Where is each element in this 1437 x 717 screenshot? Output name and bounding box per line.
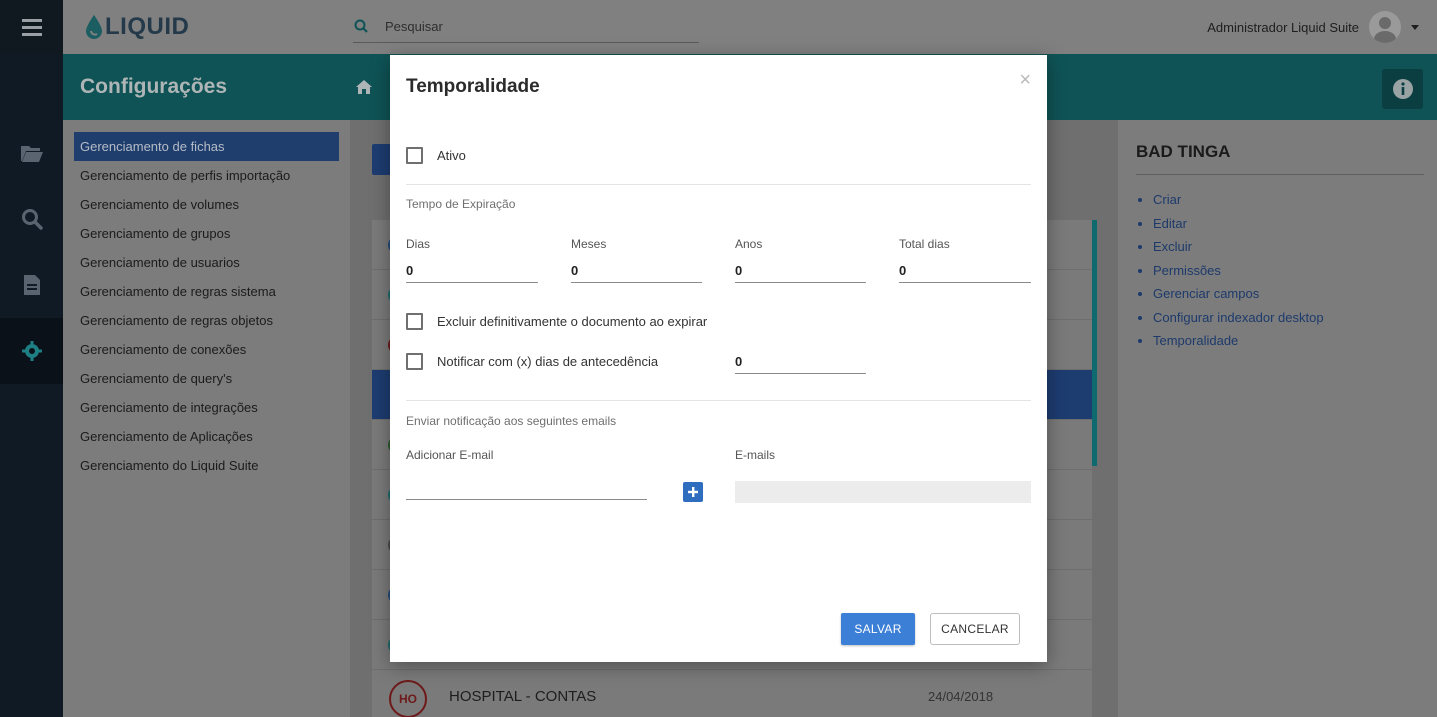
section-expiration-label: Tempo de Expiração: [406, 197, 516, 211]
excluir-checkbox[interactable]: [406, 313, 423, 330]
plus-icon: [688, 487, 698, 497]
excluir-label: Excluir definitivamente o documento ao e…: [437, 314, 708, 329]
dias-input[interactable]: [406, 259, 538, 283]
notificar-dias-input[interactable]: [735, 350, 866, 374]
nav-rail: [0, 0, 63, 717]
menu-item-grupos[interactable]: Gerenciamento de grupos: [74, 219, 339, 248]
section-notification-label: Enviar notificação aos seguintes emails: [406, 414, 617, 428]
add-email-label: Adicionar E-mail: [406, 448, 494, 462]
divider: [406, 400, 1031, 401]
rail-settings-button[interactable]: [0, 318, 63, 384]
top-bar: LIQUID Administrador Liquid Suite: [63, 0, 1437, 54]
menu-item-regras-sistema[interactable]: Gerenciamento de regras sistema: [74, 277, 339, 306]
action-configurar-indexador-link[interactable]: Configurar indexador desktop: [1138, 310, 1324, 334]
total-dias-label: Total dias: [899, 237, 950, 251]
record-date: 24/04/2018: [928, 689, 994, 704]
settings-menu: Gerenciamento de fichas Gerenciamento de…: [63, 120, 350, 717]
total-dias-input[interactable]: [899, 259, 1031, 283]
search-icon: [21, 209, 43, 230]
meses-input[interactable]: [571, 259, 702, 283]
action-excluir-link[interactable]: Excluir: [1138, 239, 1324, 263]
menu-toggle-button[interactable]: [0, 0, 63, 54]
rail-document-button[interactable]: [0, 252, 63, 318]
menu-item-aplicacoes[interactable]: Gerenciamento de Aplicações: [74, 422, 339, 451]
notificar-label: Notificar com (x) dias de antecedência: [437, 354, 659, 369]
action-temporalidade-link[interactable]: Temporalidade: [1138, 333, 1324, 357]
anos-label: Anos: [735, 237, 763, 251]
divider: [1136, 174, 1424, 175]
hamburger-icon: [21, 17, 42, 38]
search-input[interactable]: [385, 19, 685, 34]
action-criar-link[interactable]: Criar: [1138, 192, 1324, 216]
list-scrollbar[interactable]: [1092, 220, 1097, 466]
emails-label: E-mails: [735, 448, 776, 462]
page-title: Configurações: [80, 75, 228, 98]
record-badge: HO: [389, 680, 427, 717]
rail-folder-button[interactable]: [0, 120, 63, 186]
list-item[interactable]: HO HOSPITAL - CONTAS 24/04/2018: [372, 672, 1092, 717]
panel-title: BAD TINGA: [1136, 142, 1231, 161]
divider: [406, 184, 1031, 185]
ativo-checkbox[interactable]: [406, 147, 423, 164]
ativo-label: Ativo: [437, 148, 466, 163]
document-icon: [23, 275, 40, 295]
action-permissoes-link[interactable]: Permissões: [1138, 263, 1324, 287]
menu-item-volumes[interactable]: Gerenciamento de volumes: [74, 190, 339, 219]
menu-item-querys[interactable]: Gerenciamento de query's: [74, 364, 339, 393]
brand-logo: LIQUID: [85, 13, 189, 41]
folder-open-icon: [20, 146, 43, 162]
search-icon: [354, 19, 368, 33]
menu-item-liquid-suite[interactable]: Gerenciamento do Liquid Suite: [74, 451, 339, 480]
emails-list[interactable]: [735, 481, 1031, 503]
record-title: HOSPITAL - CONTAS: [449, 688, 597, 705]
menu-item-fichas[interactable]: Gerenciamento de fichas: [74, 132, 339, 161]
cancel-button[interactable]: CANCELAR: [930, 613, 1020, 645]
chevron-down-icon: [1411, 24, 1419, 30]
menu-item-perfis-importacao[interactable]: Gerenciamento de perfis importação: [74, 161, 339, 190]
menu-item-usuarios[interactable]: Gerenciamento de usuarios: [74, 248, 339, 277]
meses-label: Meses: [571, 237, 607, 251]
menu-item-integracoes[interactable]: Gerenciamento de integrações: [74, 393, 339, 422]
save-button[interactable]: SALVAR: [841, 613, 915, 645]
info-icon: [1392, 79, 1413, 99]
rail-search-button[interactable]: [0, 186, 63, 252]
anos-input[interactable]: [735, 259, 866, 283]
gear-icon: [21, 341, 42, 361]
dias-label: Dias: [406, 237, 431, 251]
action-editar-link[interactable]: Editar: [1138, 216, 1324, 240]
drop-logo-icon: [86, 15, 102, 39]
add-email-input[interactable]: [406, 476, 647, 500]
dialog-title: Temporalidade: [406, 76, 540, 97]
user-menu[interactable]: Administrador Liquid Suite: [1207, 11, 1419, 43]
user-name: Administrador Liquid Suite: [1207, 19, 1359, 35]
menu-item-conexoes[interactable]: Gerenciamento de conexões: [74, 335, 339, 364]
home-icon[interactable]: [355, 79, 373, 95]
action-gerenciar-campos-link[interactable]: Gerenciar campos: [1138, 286, 1324, 310]
actions-panel: BAD TINGA Criar Editar Excluir Permissõe…: [1118, 120, 1437, 717]
add-email-button[interactable]: [683, 482, 703, 502]
notificar-checkbox[interactable]: [406, 353, 423, 370]
logo-text: LIQUID: [105, 13, 190, 40]
info-button[interactable]: [1382, 69, 1423, 109]
menu-item-regras-objetos[interactable]: Gerenciamento de regras objetos: [74, 306, 339, 335]
close-icon[interactable]: ×: [1019, 69, 1031, 92]
avatar: [1369, 11, 1401, 43]
global-search: [353, 16, 699, 43]
temporalidade-dialog: Temporalidade × Ativo Tempo de Expiração…: [390, 55, 1047, 662]
